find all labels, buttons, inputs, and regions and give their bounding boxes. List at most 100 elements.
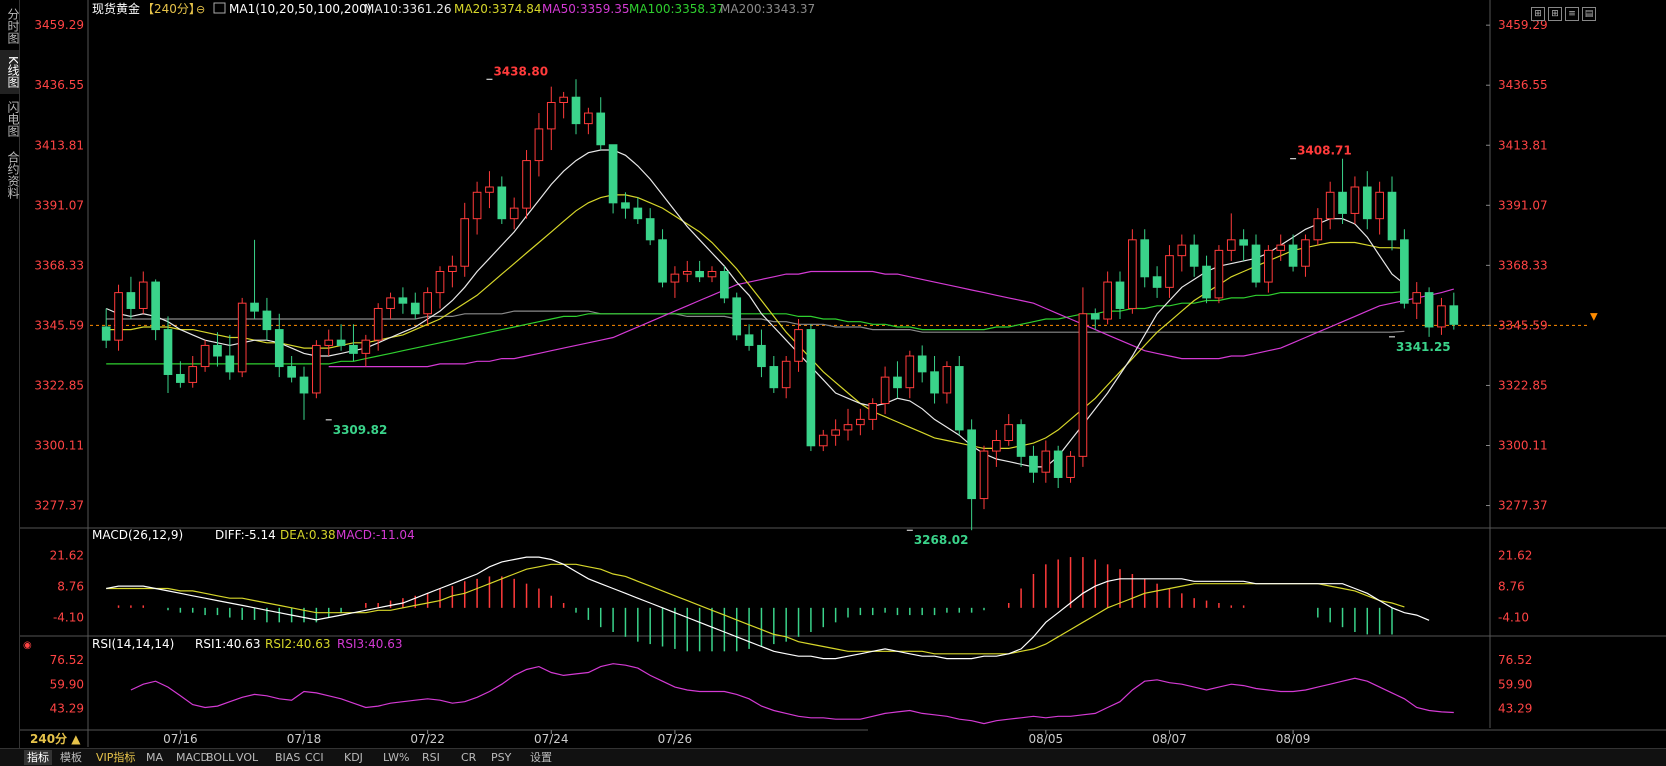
indicator-tab-0[interactable]: 指标 xyxy=(24,750,52,765)
rsi-tick-left: 59.90 xyxy=(50,677,84,691)
candle-body xyxy=(1338,191,1347,214)
indicator-tab-1[interactable]: 模板 xyxy=(60,750,82,765)
tab-flash-chart[interactable]: 闪电图 xyxy=(0,97,20,141)
candle-body xyxy=(225,355,235,373)
tab-kline[interactable]: K线图 xyxy=(0,50,20,94)
candle-body xyxy=(1350,186,1360,214)
candle-body xyxy=(1400,239,1409,304)
candle-body xyxy=(1066,455,1075,478)
indicator-tab-10[interactable]: LW% xyxy=(383,750,409,765)
candle-body xyxy=(992,440,1001,452)
candle-body xyxy=(942,366,952,394)
expand-icon[interactable]: ⊞ xyxy=(1531,7,1545,21)
candle-body xyxy=(312,344,321,394)
indicator-tab-13[interactable]: PSY xyxy=(491,750,511,765)
indicator-tab-14[interactable]: 设置 xyxy=(530,750,552,765)
macd-value: MACD:-11.04 xyxy=(336,528,415,542)
period-indicator[interactable]: 240分 ▲ xyxy=(30,731,81,746)
panel-icon[interactable]: ▤ xyxy=(1582,7,1596,21)
indicator-toolbar: 指标 模板 VIP指标 MA MACD BOLL VOL BIAS CCI KDJ LW% RSI CR… xyxy=(0,748,1666,766)
candle-body xyxy=(1103,281,1112,320)
candle-body xyxy=(1313,218,1323,241)
rsi-tick-left: 76.52 xyxy=(50,653,84,667)
chart-frame xyxy=(20,0,1666,747)
rsi-settings-icon[interactable]: ◉ xyxy=(23,640,32,651)
instrument-name: 现货黄金 xyxy=(92,1,140,16)
candle-body xyxy=(954,366,964,431)
candle-body xyxy=(213,344,222,357)
kline-chart[interactable]: ▼ 3459.29 3459.293436.55 3436.553413.81 341… xyxy=(20,0,1666,747)
candle-body xyxy=(893,376,902,389)
candle-body xyxy=(905,355,915,389)
candle-body xyxy=(138,281,148,309)
ma10-value: MA10:3361.26 xyxy=(364,2,452,16)
candle-body xyxy=(398,297,408,304)
candle-body xyxy=(658,239,667,283)
settings-icon[interactable]: ⊖ xyxy=(196,3,205,16)
candle-body xyxy=(250,302,259,312)
price-tick-left: 3368.33 xyxy=(34,258,84,272)
candle-body xyxy=(695,271,704,278)
macd-tick-left: 21.62 xyxy=(50,549,84,563)
extreme-label: 3408.71 xyxy=(1297,144,1352,158)
price-tick-right: 3322.85 xyxy=(1498,378,1548,392)
indicator-tab-3[interactable]: MA xyxy=(146,750,163,765)
rsi-tick-right: 59.90 xyxy=(1498,677,1532,691)
candle-body xyxy=(1251,244,1261,283)
indicator-tab-2[interactable]: VIP指标 xyxy=(96,750,135,765)
tab-contract-info[interactable]: 合约资料 xyxy=(0,146,20,204)
date-label: 08/09 xyxy=(1276,732,1311,746)
extreme-label: 3341.25 xyxy=(1396,340,1451,354)
candle-body xyxy=(880,376,890,405)
date-label: 07/24 xyxy=(534,732,569,746)
candle-body xyxy=(707,271,717,278)
candle-body xyxy=(1412,292,1422,304)
macd-tick-left: 8.76 xyxy=(57,580,84,594)
candle-body xyxy=(324,339,334,346)
price-tick-left: 3459.29 xyxy=(34,18,84,32)
date-label: 07/26 xyxy=(658,732,693,746)
moving-averages xyxy=(105,149,1454,468)
candle-body xyxy=(1449,305,1459,325)
price-tick-left: 3413.81 xyxy=(34,138,84,152)
indicator-tab-8[interactable]: CCI xyxy=(305,750,324,765)
indicator-tab-6[interactable]: VOL xyxy=(236,750,258,765)
candle-body xyxy=(1288,244,1298,267)
candle-body xyxy=(1177,244,1187,257)
candle-body xyxy=(1276,244,1286,251)
candle-body xyxy=(460,218,470,267)
candle-body xyxy=(423,292,432,315)
candle-body xyxy=(1214,249,1224,299)
candle-body xyxy=(757,344,766,368)
indicator-tab-11[interactable]: RSI xyxy=(422,750,440,765)
candle-body xyxy=(534,128,544,162)
price-tick-right: 3413.81 xyxy=(1498,138,1548,152)
candle-body xyxy=(596,112,606,146)
list-icon[interactable]: ≡ xyxy=(1565,7,1579,21)
indicator-tab-5[interactable]: BOLL xyxy=(206,750,234,765)
indicator-icon[interactable] xyxy=(213,2,226,14)
candle-body xyxy=(979,450,989,500)
rsi3-value: RSI3:40.63 xyxy=(337,637,403,651)
rsi-tick-left: 43.29 xyxy=(50,702,84,716)
candle-body xyxy=(930,371,939,394)
candle-body xyxy=(1239,239,1248,246)
time-axis: 07/16 07/18 07/22 07/24 07/26 08/05 08/07 08/09 xyxy=(163,730,1310,746)
period-label[interactable]: 【240分】 xyxy=(142,2,201,16)
indicator-tab-9[interactable]: KDJ xyxy=(344,750,363,765)
price-axis: 3459.29 3459.293436.55 3436.553413.81 3413.… xyxy=(34,18,1547,512)
macd-tick-right: -4.10 xyxy=(1498,611,1529,625)
price-tick-left: 3277.37 xyxy=(34,499,84,513)
candle-body xyxy=(1189,244,1199,267)
indicator-tab-4[interactable]: MACD xyxy=(176,750,209,765)
indicator-tab-7[interactable]: BIAS xyxy=(275,750,300,765)
crosshair-icon[interactable]: ⊞ xyxy=(1548,7,1562,21)
candle-body xyxy=(163,329,173,375)
indicator-tab-12[interactable]: CR xyxy=(461,750,476,765)
price-annotations: 3438.80 3309.82 3268.02 3408.71 3341.25 xyxy=(325,64,1451,547)
candle-body xyxy=(349,344,358,354)
tab-time-sharing[interactable]: 分时图 xyxy=(0,4,20,48)
candle-body xyxy=(274,329,284,368)
grid: ▼ xyxy=(90,24,1598,507)
price-tick-right: 3391.07 xyxy=(1498,198,1548,212)
